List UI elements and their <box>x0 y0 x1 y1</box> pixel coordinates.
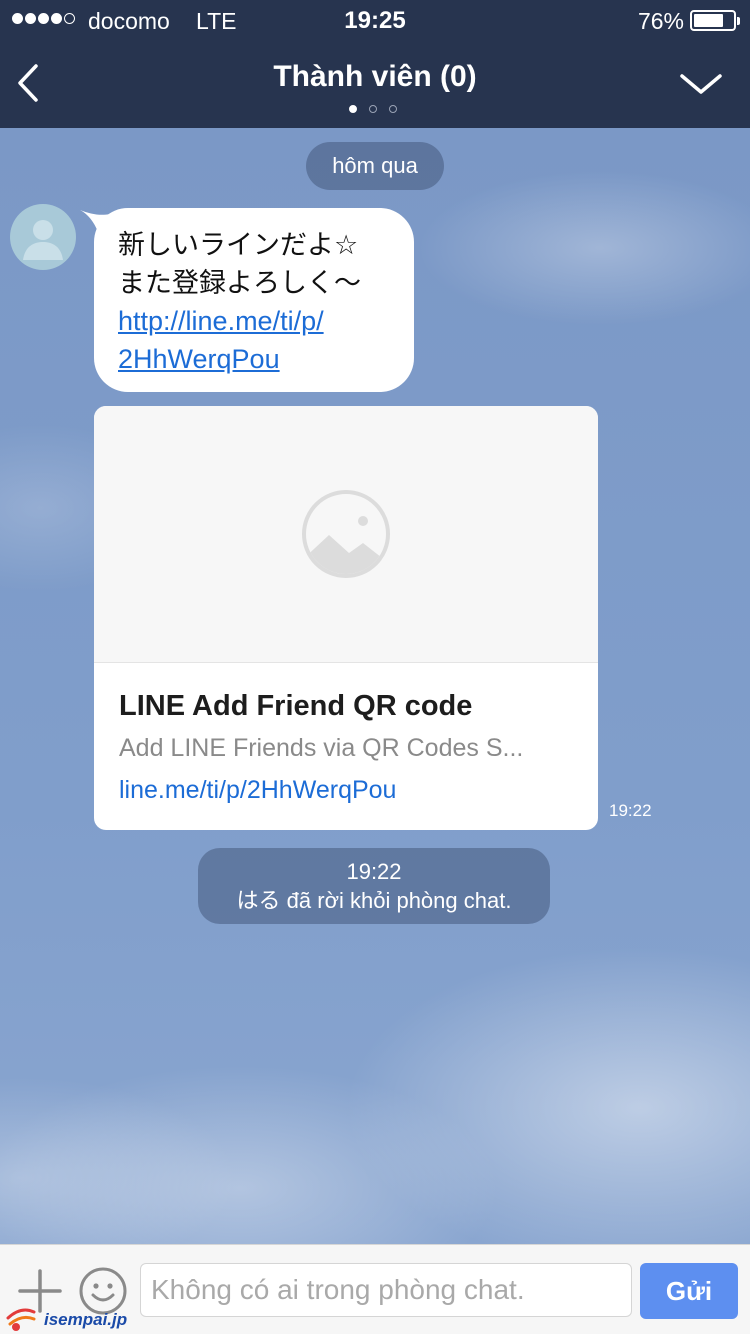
menu-toggle-button[interactable] <box>678 66 724 100</box>
avatar[interactable] <box>10 204 76 270</box>
link-preview-description: Add LINE Friends via QR Codes S... <box>119 734 524 762</box>
message-link[interactable]: 2HhWerqPou <box>118 340 390 378</box>
message-link[interactable]: http://line.me/ti/p/ <box>118 302 390 340</box>
watermark: isempai.jp <box>6 1302 128 1332</box>
image-placeholder-icon <box>302 490 390 578</box>
system-notice: 19:22 はる đã rời khỏi phòng chat. <box>198 848 550 924</box>
header-bar: docomo LTE 19:25 76% Thành viên (0) <box>0 0 750 128</box>
message-input[interactable] <box>140 1263 632 1317</box>
chat-area[interactable]: hôm qua 新しいラインだよ☆ また登録よろしく〜 http://line.… <box>0 128 750 1244</box>
date-divider: hôm qua <box>306 142 444 190</box>
battery-icon <box>690 10 740 31</box>
link-preview-url[interactable]: line.me/ti/p/2HhWerqPou <box>119 776 396 805</box>
default-avatar-icon <box>23 220 63 260</box>
link-preview-card[interactable]: LINE Add Friend QR code Add LINE Friends… <box>94 406 598 830</box>
link-preview-thumbnail <box>94 406 598 663</box>
system-notice-time: 19:22 <box>346 859 402 884</box>
message-text-line: また登録よろしく〜 <box>118 268 361 298</box>
page-dot <box>369 105 377 113</box>
message-text-line: 新しいラインだよ☆ <box>118 230 359 260</box>
battery-percent: 76% <box>637 8 684 34</box>
send-button[interactable]: Gửi <box>640 1263 738 1319</box>
link-preview-title: LINE Add Friend QR code <box>119 690 473 722</box>
page-dot-active <box>349 105 357 113</box>
message-timestamp: 19:22 <box>609 801 652 820</box>
chat-title[interactable]: Thành viên (0) <box>0 60 750 94</box>
page-dot <box>389 105 397 113</box>
system-notice-text: はる đã rời khỏi phòng chat. <box>236 888 512 913</box>
chevron-down-icon <box>680 74 722 94</box>
page-indicator <box>349 105 397 113</box>
message-bubble[interactable]: 新しいラインだよ☆ また登録よろしく〜 http://line.me/ti/p/… <box>94 208 414 392</box>
isempai-logo-icon <box>6 1308 36 1331</box>
status-bar: docomo LTE 19:25 76% <box>0 0 750 40</box>
watermark-text: isempai.jp <box>44 1310 128 1329</box>
